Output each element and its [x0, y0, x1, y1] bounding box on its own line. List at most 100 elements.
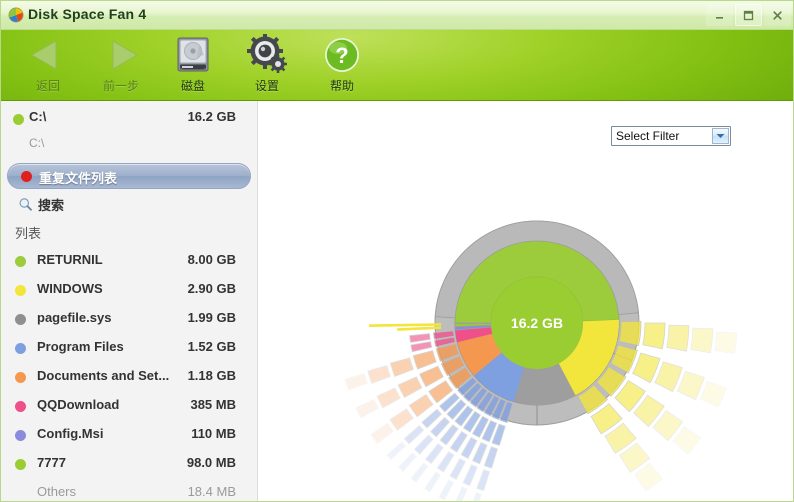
back-arrow-icon [6, 34, 90, 76]
hard-disk-icon [151, 34, 235, 76]
duplicate-files-dot-icon [21, 171, 32, 182]
chart-segment[interactable] [355, 398, 380, 419]
list-item-name: Config.Msi [37, 426, 104, 441]
toolbar-label-disk: 磁盘 [180, 79, 205, 93]
list-item[interactable]: pagefile.sys 1.99 GB [1, 305, 257, 334]
toolbar-button-settings[interactable]: 设置 [225, 34, 309, 98]
chart-segment[interactable] [403, 424, 425, 445]
chart-segment[interactable] [672, 425, 702, 455]
list-item-name: WINDOWS [37, 281, 103, 296]
chart-segment[interactable] [470, 491, 483, 502]
chart-segment[interactable] [408, 393, 434, 418]
chart-segment[interactable] [409, 333, 431, 343]
chart-segment[interactable] [618, 320, 642, 347]
list-item[interactable]: Others 18.4 MB [1, 479, 257, 501]
chart-thin-ray [369, 323, 442, 327]
file-color-dot [15, 285, 26, 296]
chart-segment[interactable] [410, 462, 429, 483]
list-item-size: 1.52 GB [187, 339, 236, 354]
chart-segment[interactable] [438, 479, 455, 501]
gear-settings-icon [225, 34, 309, 76]
chart-segment[interactable] [454, 322, 492, 324]
list-item-name: RETURNIL [37, 252, 103, 267]
window-controls [706, 4, 791, 26]
toolbar-label-back: 返回 [35, 79, 60, 93]
list-item-size: 2.90 GB [187, 281, 236, 296]
file-color-dot [15, 401, 26, 412]
chart-segment[interactable] [419, 365, 444, 388]
chart-segment[interactable] [642, 322, 666, 350]
sidebar-item-search[interactable]: 搜索 [7, 193, 251, 217]
chart-segment[interactable] [370, 422, 394, 445]
chart-segment[interactable] [389, 408, 414, 431]
chart-segment[interactable] [386, 441, 407, 461]
chart-segment[interactable] [424, 443, 444, 465]
chart-segment[interactable] [449, 458, 466, 480]
maximize-button[interactable] [735, 4, 762, 26]
svg-text:?: ? [335, 43, 348, 68]
list-item-size: 385 MB [190, 397, 236, 412]
list-item[interactable]: WINDOWS 2.90 GB [1, 276, 257, 305]
chart-segment[interactable] [634, 462, 663, 492]
chart-segment[interactable] [699, 380, 727, 408]
window-title: Disk Space Fan 4 [28, 6, 147, 22]
chart-segment[interactable] [424, 471, 442, 493]
sidebar-list-header: 列表 [15, 226, 42, 241]
app-icon [8, 7, 24, 23]
file-color-dot [15, 343, 26, 354]
chart-segment[interactable] [483, 446, 499, 469]
list-item[interactable]: QQDownload 385 MB [1, 392, 257, 421]
toolbar-label-help: 帮助 [329, 79, 354, 93]
sidebar-item-label-search: 搜索 [38, 198, 65, 213]
list-item-name: QQDownload [37, 397, 120, 412]
toolbar: 返回 前一步 磁盘 设置 ? 帮助 [1, 30, 793, 101]
list-item[interactable]: Documents and Set... 1.18 GB [1, 363, 257, 392]
chart-segment[interactable] [412, 350, 437, 370]
list-item-name: pagefile.sys [37, 310, 112, 325]
toolbar-label-settings: 设置 [254, 79, 279, 93]
file-color-dot [15, 430, 26, 441]
toolbar-button-help[interactable]: ? 帮助 [300, 34, 384, 98]
list-item[interactable]: Config.Msi 110 MB [1, 421, 257, 450]
list-item[interactable]: 7777 98.0 MB [1, 450, 257, 479]
chart-segment[interactable] [389, 357, 414, 377]
chart-segment[interactable] [654, 361, 683, 393]
sidebar-file-list: RETURNIL 8.00 GB WINDOWS 2.90 GB pagefile.sy… [1, 247, 257, 501]
close-button[interactable] [764, 4, 791, 26]
chart-segment[interactable] [690, 327, 714, 354]
chart-segment[interactable] [410, 341, 433, 353]
sidebar: C:\ 16.2 GB C:\ 重复文件列表 搜索 列表 RETURNIL 8.0… [1, 101, 258, 501]
sidebar-item-duplicate-files[interactable]: 重复文件列表 [7, 163, 251, 189]
app-window: Disk Space Fan 4 返回 前一步 磁盘 设置 ? 帮助 C:\ 1… [0, 0, 794, 502]
chart-segment[interactable] [413, 434, 434, 455]
sidebar-root-drive[interactable]: C:\ 16.2 GB [1, 109, 257, 131]
drive-name: C:\ [29, 109, 47, 124]
list-item-size: 1.99 GB [187, 310, 236, 325]
disk-usage-sunburst-chart[interactable]: 16.2 GB [259, 101, 794, 502]
chart-segment[interactable] [462, 464, 478, 487]
chart-segment[interactable] [436, 451, 455, 473]
toolbar-button-back[interactable]: 返回 [6, 34, 90, 98]
title-bar: Disk Space Fan 4 [1, 1, 793, 30]
list-item-name: Documents and Set... [37, 368, 170, 383]
chart-segment[interactable] [714, 331, 738, 355]
sidebar-item-label-duplicate-files: 重复文件列表 [39, 171, 118, 186]
chart-thin-ray [397, 326, 442, 331]
chart-segment[interactable] [376, 387, 401, 409]
chart-segment[interactable] [632, 352, 661, 384]
magnifier-icon [18, 197, 33, 217]
file-color-dot [15, 372, 26, 383]
list-item[interactable]: Program Files 1.52 GB [1, 334, 257, 363]
minimize-button[interactable] [706, 4, 733, 26]
chart-segment[interactable] [666, 324, 690, 352]
chart-segment[interactable] [454, 486, 468, 502]
chart-segment[interactable] [397, 452, 417, 473]
chart-segment[interactable] [397, 376, 423, 399]
list-item[interactable]: RETURNIL 8.00 GB [1, 247, 257, 276]
chart-segment[interactable] [476, 469, 491, 492]
chart-segment[interactable] [676, 370, 705, 401]
toolbar-button-disk[interactable]: 磁盘 [151, 34, 235, 98]
chart-segment[interactable] [344, 373, 368, 391]
chart-center-label: 16.2 GB [511, 315, 563, 331]
chart-segment[interactable] [367, 365, 392, 384]
